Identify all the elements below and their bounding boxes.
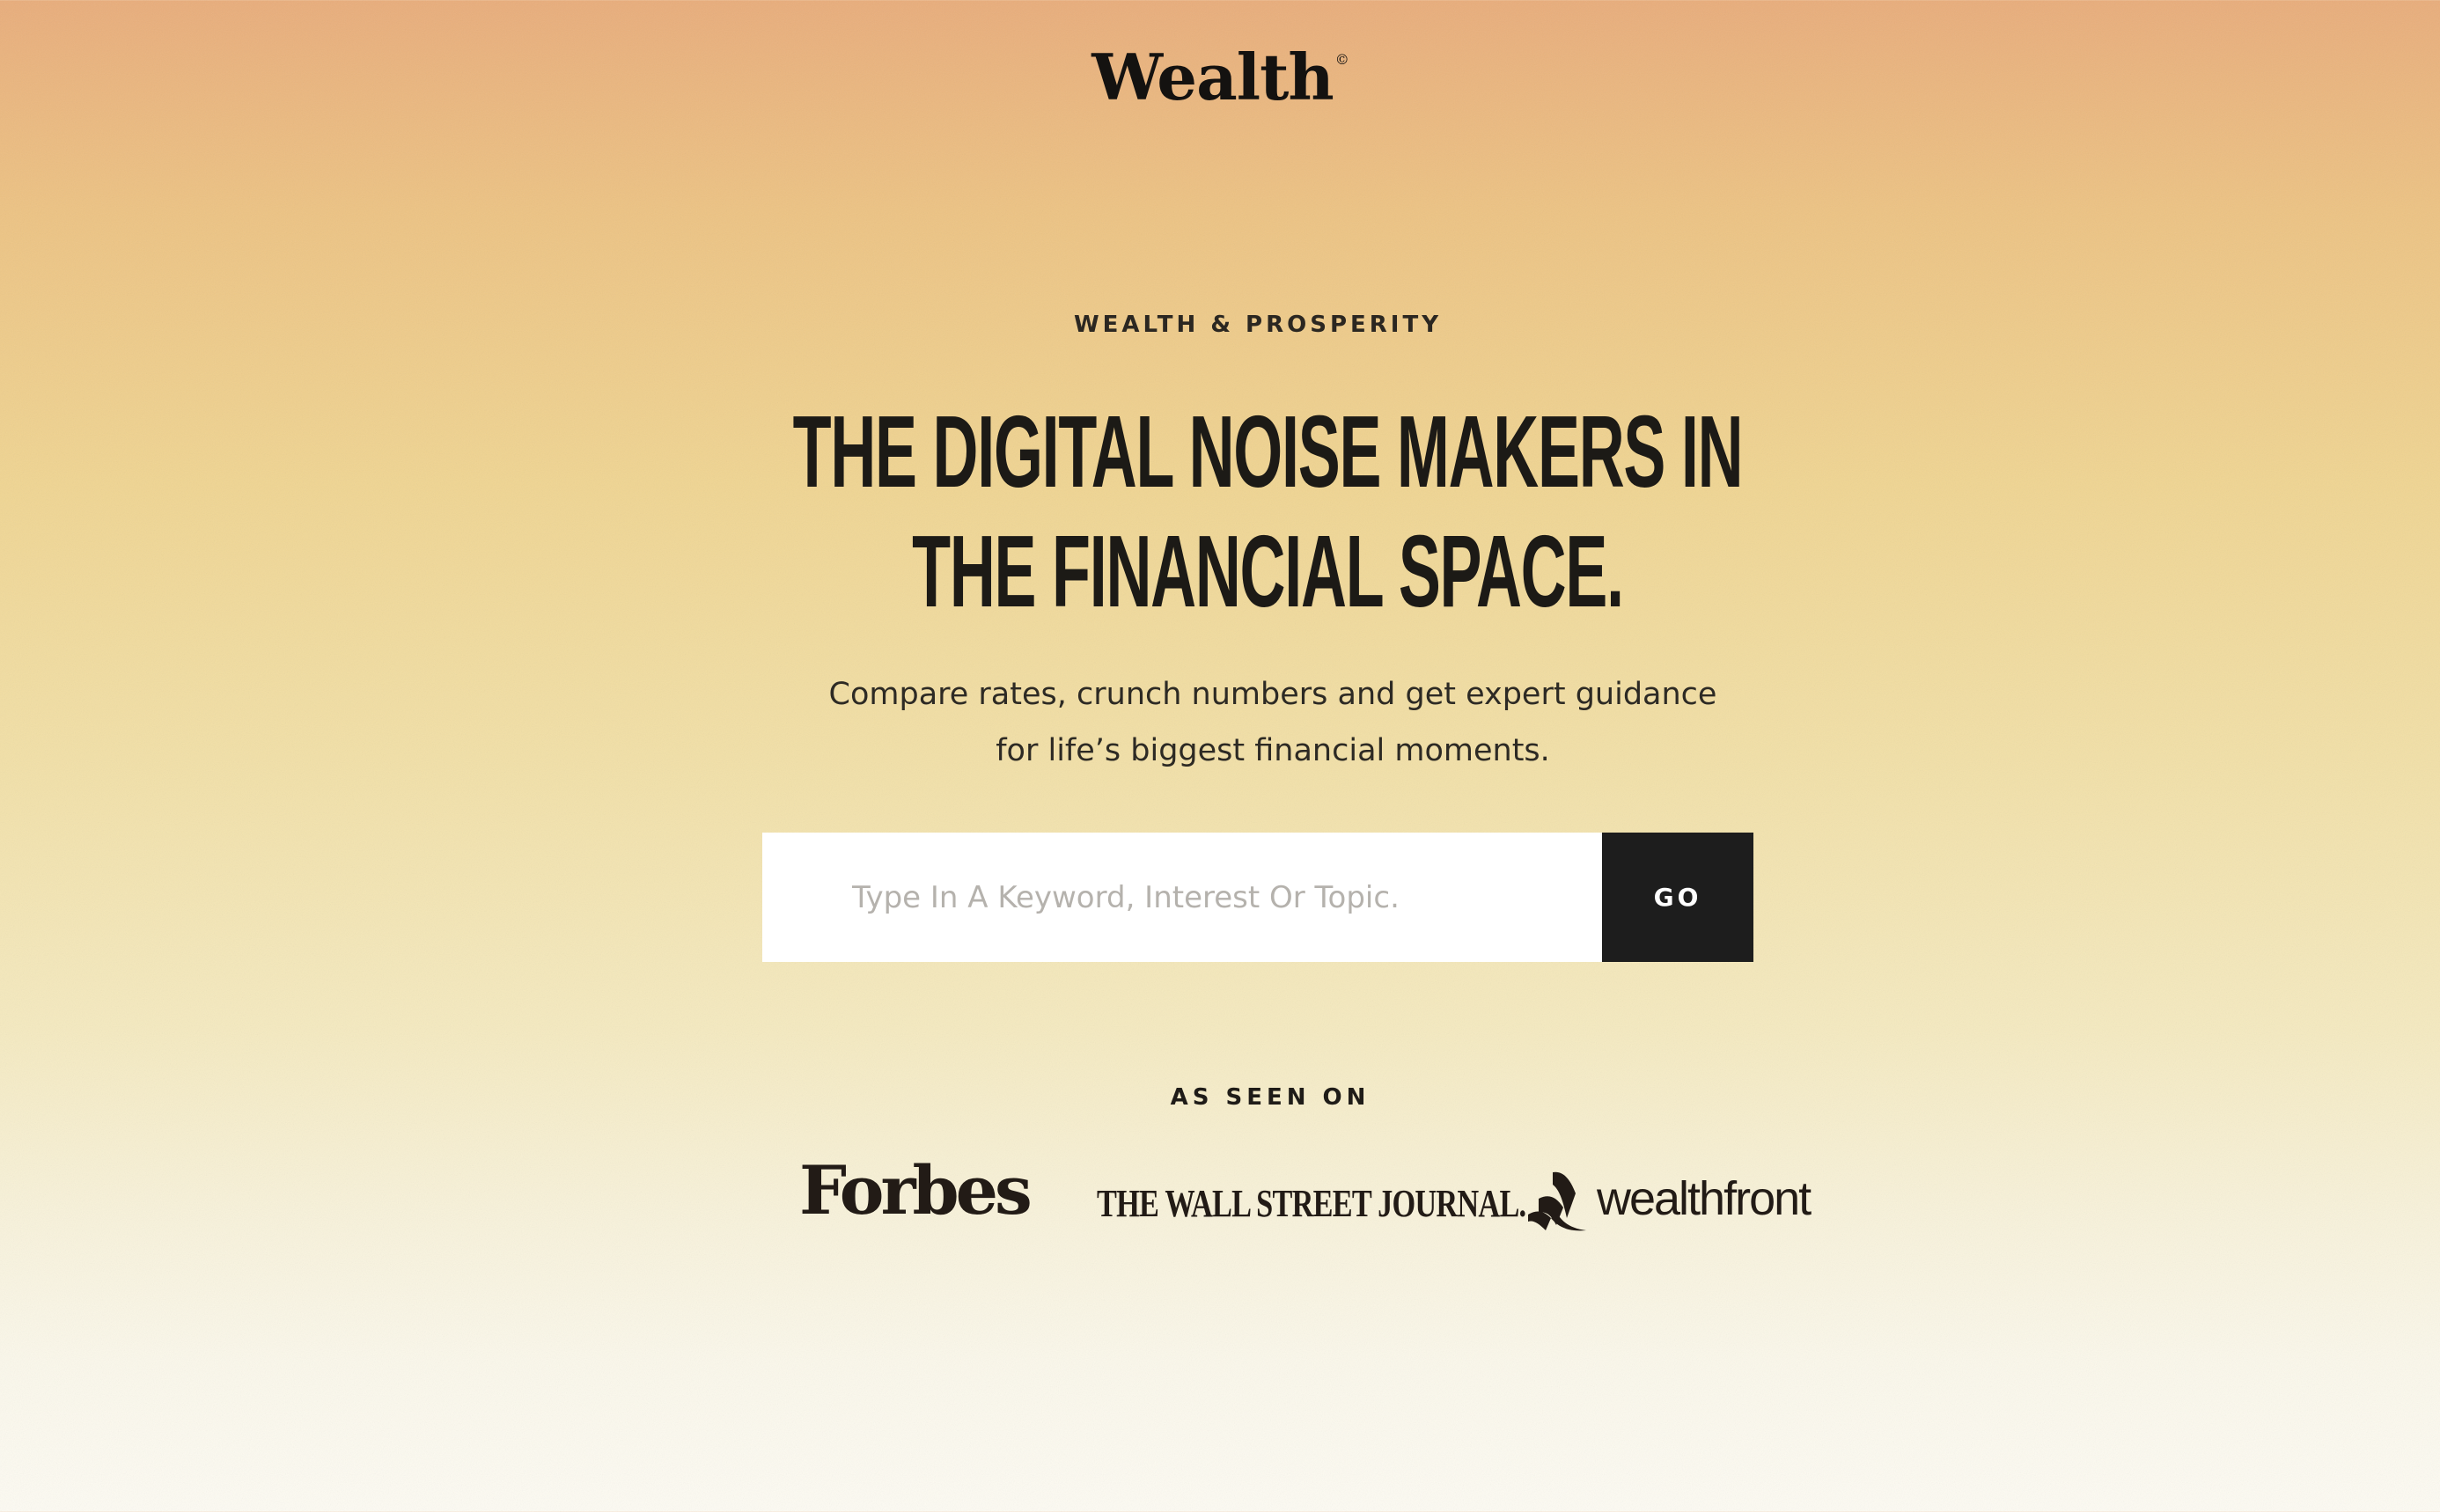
forbes-logo: Forbes (799, 1151, 1033, 1229)
headline-line-1: THE DIGITAL NOISE MAKERS IN (792, 394, 1744, 509)
registered-mark: © (1334, 51, 1349, 68)
search-form: GO (762, 833, 1753, 962)
subtext-line-2: for life’s biggest financial moments. (996, 733, 1550, 768)
wealthfront-logo: wealthfront (1525, 1163, 1812, 1234)
go-button[interactable]: GO (1602, 833, 1753, 962)
wealthfront-wordmark: wealthfront (1597, 1172, 1812, 1225)
as-seen-on-heading: AS SEEN ON (1170, 1084, 1371, 1111)
wealthfront-logo-icon (1528, 1171, 1586, 1231)
search-input[interactable] (762, 833, 1602, 962)
headline-line-2: THE FINANCIAL SPACE. (912, 514, 1624, 628)
subtext-line-1: Compare rates, crunch numbers and get ex… (828, 677, 1717, 712)
press-logos: Forbes THE WALL STREET JOURNAL. wealthfr… (0, 1144, 2440, 1241)
brand-logo[interactable]: Wealth © (0, 46, 2440, 109)
hero-subtext: Compare rates, crunch numbers and get ex… (0, 666, 2440, 779)
hero-eyebrow: WEALTH & PROSPERITY (1073, 312, 1443, 338)
wsj-logo: THE WALL STREET JOURNAL. (1097, 1182, 1526, 1225)
hero-headline: THE DIGITAL NOISE MAKERS IN THE FINANCIA… (0, 392, 2440, 631)
brand-name: Wealth (1091, 40, 1334, 114)
